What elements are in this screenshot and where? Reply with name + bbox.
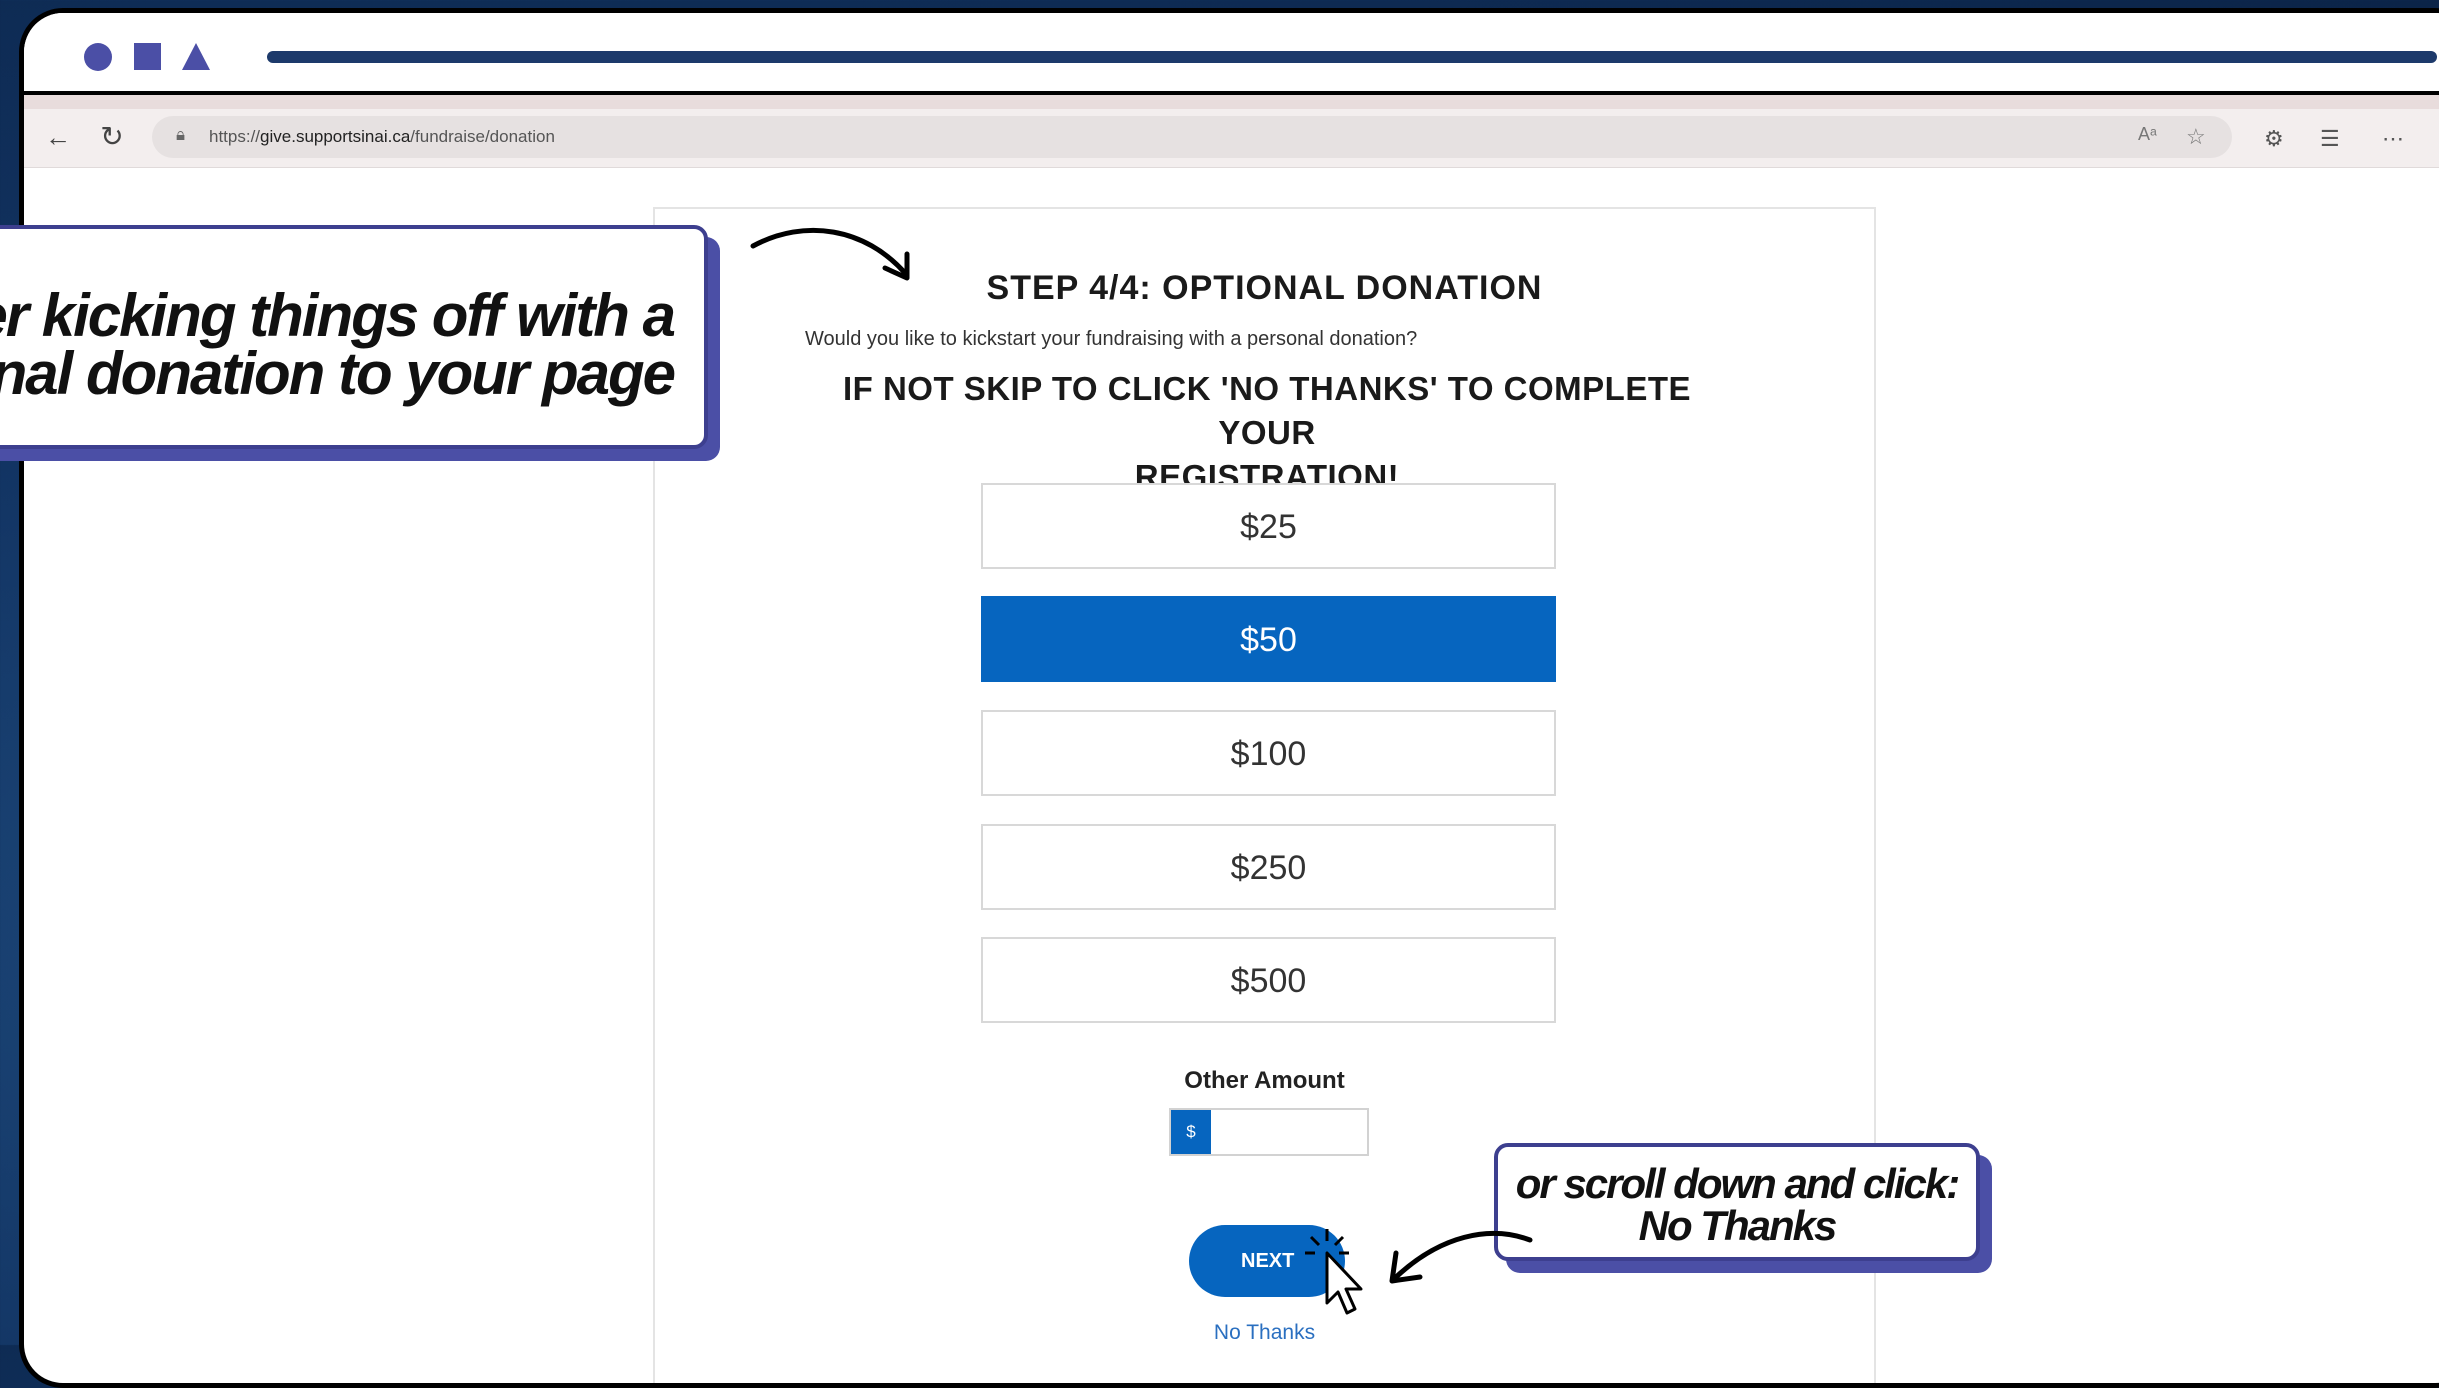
browser-toolbar: ← ↻ 🔒︎ https://give.supportsinai.ca/fund…	[24, 109, 2439, 168]
url-text: https://give.supportsinai.ca/fundraise/d…	[209, 127, 555, 146]
callout-right-line-1: or scroll down and click:	[1515, 1160, 1960, 1207]
no-thanks-link[interactable]: No Thanks	[655, 1321, 1874, 1345]
ellipsis-icon[interactable]: ⋯	[2382, 126, 2404, 152]
refresh-icon[interactable]: ↻	[92, 117, 132, 157]
tab-strip	[24, 95, 2439, 109]
skip-line-1: IF NOT SKIP TO CLICK 'NO THANKS' TO COMP…	[842, 370, 1692, 451]
puzzle-icon[interactable]: ⚙	[2264, 126, 2284, 152]
callout-left-line-1: ider kicking things off with a	[0, 282, 676, 349]
instruction-callout-right: or scroll down and click: No Thanks	[1494, 1143, 1980, 1261]
callout-left-line-2: sonal donation to your page	[0, 340, 676, 407]
star-icon[interactable]: ☆	[2186, 124, 2206, 150]
form-subtitle: Would you like to kickstart your fundrai…	[805, 328, 1418, 350]
pointer-cursor-icon	[1305, 1229, 1363, 1315]
amount-option-100[interactable]: $100	[981, 710, 1556, 796]
read-aloud-icon[interactable]: Aᵃ	[2138, 124, 2157, 145]
instruction-callout-left: ider kicking things off with a sonal don…	[0, 225, 708, 449]
square-shape-icon	[134, 43, 161, 70]
amount-option-50[interactable]: $50	[981, 596, 1556, 682]
address-bar[interactable]: 🔒︎ https://give.supportsinai.ca/fundrais…	[152, 116, 2232, 158]
skip-instructions: IF NOT SKIP TO CLICK 'NO THANKS' TO COMP…	[805, 367, 1729, 499]
triangle-shape-icon	[182, 43, 210, 70]
favorites-list-icon[interactable]: ☰	[2320, 126, 2340, 152]
lock-icon: 🔒︎	[176, 125, 186, 144]
decorative-header-bar	[24, 13, 2439, 95]
callout-right-line-2: No Thanks	[1638, 1202, 1838, 1249]
amount-option-250[interactable]: $250	[981, 824, 1556, 910]
amount-option-500[interactable]: $500	[981, 937, 1556, 1023]
amount-option-25[interactable]: $25	[981, 483, 1556, 569]
callout-left-text: ider kicking things off with a sonal don…	[0, 282, 676, 407]
next-button-label: NEXT	[1241, 1250, 1295, 1272]
currency-prefix: $	[1171, 1110, 1211, 1154]
curved-arrow-icon	[1389, 1231, 1533, 1284]
browser-window: ← ↻ 🔒︎ https://give.supportsinai.ca/fund…	[19, 8, 2439, 1388]
arrow-left-icon[interactable]: ←	[38, 117, 78, 157]
other-amount-field[interactable]: $	[1169, 1108, 1369, 1156]
callout-right-text: or scroll down and click: No Thanks	[1498, 1163, 1976, 1247]
curved-arrow-icon	[750, 227, 910, 281]
decorative-line	[267, 51, 2437, 63]
circle-shape-icon	[84, 43, 112, 71]
other-amount-label: Other Amount	[1184, 1067, 1345, 1094]
